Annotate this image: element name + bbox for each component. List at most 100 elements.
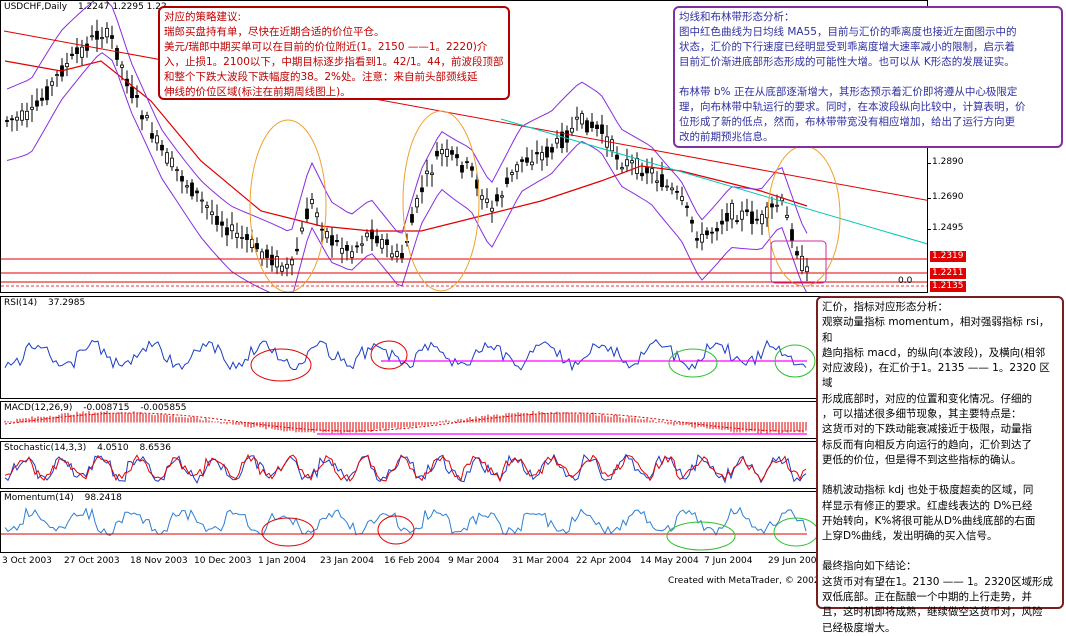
- candle-body: [155, 135, 159, 144]
- candle-body: [225, 227, 229, 236]
- candle-body: [530, 161, 534, 166]
- candle-body: [520, 159, 524, 162]
- candle-body: [800, 255, 804, 271]
- candle-body: [725, 212, 729, 222]
- bollinger-line: 改的前期预兆信息。: [679, 131, 774, 143]
- momentum-name: Momentum(14): [4, 493, 74, 503]
- zero-label: 0.0: [898, 276, 913, 286]
- candle-body: [440, 149, 444, 155]
- candle-body: [650, 168, 654, 174]
- candle-body: [750, 211, 754, 224]
- candle-body: [115, 47, 119, 60]
- candle-body: [795, 251, 799, 256]
- momentum-pane[interactable]: Momentum(14) 98.2418: [0, 491, 928, 553]
- candle-body: [270, 254, 274, 266]
- momentum-label: Momentum(14) 98.2418: [4, 493, 130, 503]
- candle-body: [645, 166, 649, 174]
- candle-body: [410, 214, 414, 223]
- candle-body: [595, 124, 599, 129]
- candle-body: [245, 234, 249, 240]
- indicator-line: 趋向指标 macd，的纵向(本波段)，及横向(相邻: [822, 346, 1046, 359]
- macd-name: MACD(12,26,9): [4, 403, 73, 413]
- bollinger-line: 位形成了新的低点，然而，布林带带宽没有相应增加，给出了运行方向更: [679, 116, 1015, 128]
- indicator-line: 更低的价位，但是得不到这些指标的确认。: [822, 453, 1022, 466]
- candle-body: [660, 174, 664, 187]
- candle-body: [790, 229, 794, 242]
- strategy-line: 和整个下跌大波段下跌幅度的38。2%处。注意：来自前头部颈线延: [164, 71, 478, 83]
- candle-body: [600, 124, 604, 134]
- chart-title: USDCHF,Daily 1.2247 1.2295 1.22: [4, 2, 175, 12]
- candle-body: [760, 214, 764, 225]
- candle-body: [415, 198, 419, 208]
- bollinger-line: 图中红色曲线为日均线 MA55，目前与汇价的乖离度也接近左面图示中的: [679, 26, 1017, 38]
- candle-body: [260, 251, 264, 260]
- strategy-line: 对应的策略建议:: [164, 11, 242, 23]
- candle-body: [540, 152, 544, 161]
- momentum-ellipse: [377, 515, 415, 545]
- rsi-pane[interactable]: RSI(14) 37.2985: [0, 296, 928, 399]
- candle-body: [545, 146, 549, 158]
- rsi-ellipse: [668, 348, 718, 378]
- indicator-line: 观察动量指标 momentum，相对强弱指标 rsi，和: [822, 316, 1050, 344]
- candle-body: [640, 172, 644, 177]
- indicator-line: 形成底部时，对应的位置和变化情况。仔细的: [822, 392, 1032, 405]
- credit-text: Created with MetaTrader, © 2002: [668, 576, 820, 586]
- price-level-box: 1.2135: [930, 281, 966, 292]
- strategy-line: 瑞郎买盘持有单，尽快在近期合适的价位平仓。: [164, 26, 385, 38]
- candle-body: [610, 139, 614, 152]
- candle-body: [360, 243, 364, 246]
- candle-body: [35, 100, 39, 107]
- date-label: 14 May 2004: [640, 556, 699, 566]
- candle-body: [170, 157, 174, 168]
- date-label: 29 Jun 2004: [768, 556, 823, 566]
- price-tick: 1.2690: [927, 192, 964, 202]
- candle-body: [200, 199, 204, 202]
- rsi-ellipse: [250, 348, 312, 382]
- candle-body: [585, 120, 589, 133]
- date-label: 10 Dec 2003: [194, 556, 252, 566]
- indicator-line: 开始转向，K%将很可能从D%曲线底部的右面: [822, 514, 1036, 527]
- date-label: 18 Nov 2003: [130, 556, 188, 566]
- macd-value-1: -0.008715: [83, 403, 130, 413]
- candle-body: [485, 198, 489, 203]
- momentum-plot: [1, 506, 819, 551]
- momentum-ellipse: [666, 521, 736, 551]
- candle-body: [495, 194, 499, 202]
- candle-body: [775, 204, 779, 207]
- candle-body: [625, 159, 629, 167]
- date-label: 22 Apr 2004: [576, 556, 632, 566]
- bollinger-line: 理，向布林带中轨运行的要求。同时，在本波段纵向比较中，计算表明，价: [679, 101, 1026, 113]
- candle-body: [435, 150, 439, 157]
- candle-body: [685, 205, 689, 208]
- candle-body: [120, 64, 124, 68]
- macd-pane[interactable]: MACD(12,26,9) -0.008715 -0.005855: [0, 401, 928, 439]
- candle-body: [630, 160, 634, 164]
- price-level-box: 1.2211: [930, 268, 966, 279]
- indicator-line: 随机波动指标 kdj 也处于极度超卖的区域，同: [822, 484, 1034, 497]
- candle-body: [100, 37, 104, 40]
- stochastic-pane[interactable]: Stochastic(14,3,3) 4.0510 8.6536: [0, 441, 928, 489]
- candle-body: [655, 180, 659, 183]
- bollinger-line: [679, 70, 1057, 85]
- bollinger-line: 均线和布林带形态分析：: [679, 11, 795, 23]
- candle-body: [5, 120, 9, 122]
- candle-body: [290, 259, 294, 266]
- candle-body: [40, 97, 44, 101]
- indicator-note: 汇价，指标对应形态分析： 观察动量指标 momentum，相对强弱指标 rsi，…: [816, 296, 1064, 634]
- candle-body: [455, 154, 459, 159]
- candle-body: [280, 265, 284, 272]
- strategy-line: 入，止损1。2100以下，中期目标逐步指看到1。42/1。44，前波段顶部: [164, 56, 504, 68]
- candle-body: [285, 263, 289, 269]
- candle-body: [555, 138, 559, 144]
- candle-body: [450, 150, 454, 155]
- stochastic-value-2: 8.6536: [139, 443, 171, 453]
- candle-body: [730, 203, 734, 220]
- indicator-line: 双低底部。正在酝酿一个中期的上行走势，并: [822, 591, 1032, 604]
- candle-body: [350, 251, 354, 258]
- highlight-ellipse: [402, 110, 480, 292]
- candle-body: [635, 157, 639, 174]
- candle-body: [95, 30, 99, 40]
- bollinger-line: 状态，汇价的下行速度已经明显受到乖离度增大速率减小的限制，启示着: [679, 41, 1015, 53]
- candle-body: [20, 110, 24, 121]
- candle-body: [255, 243, 259, 250]
